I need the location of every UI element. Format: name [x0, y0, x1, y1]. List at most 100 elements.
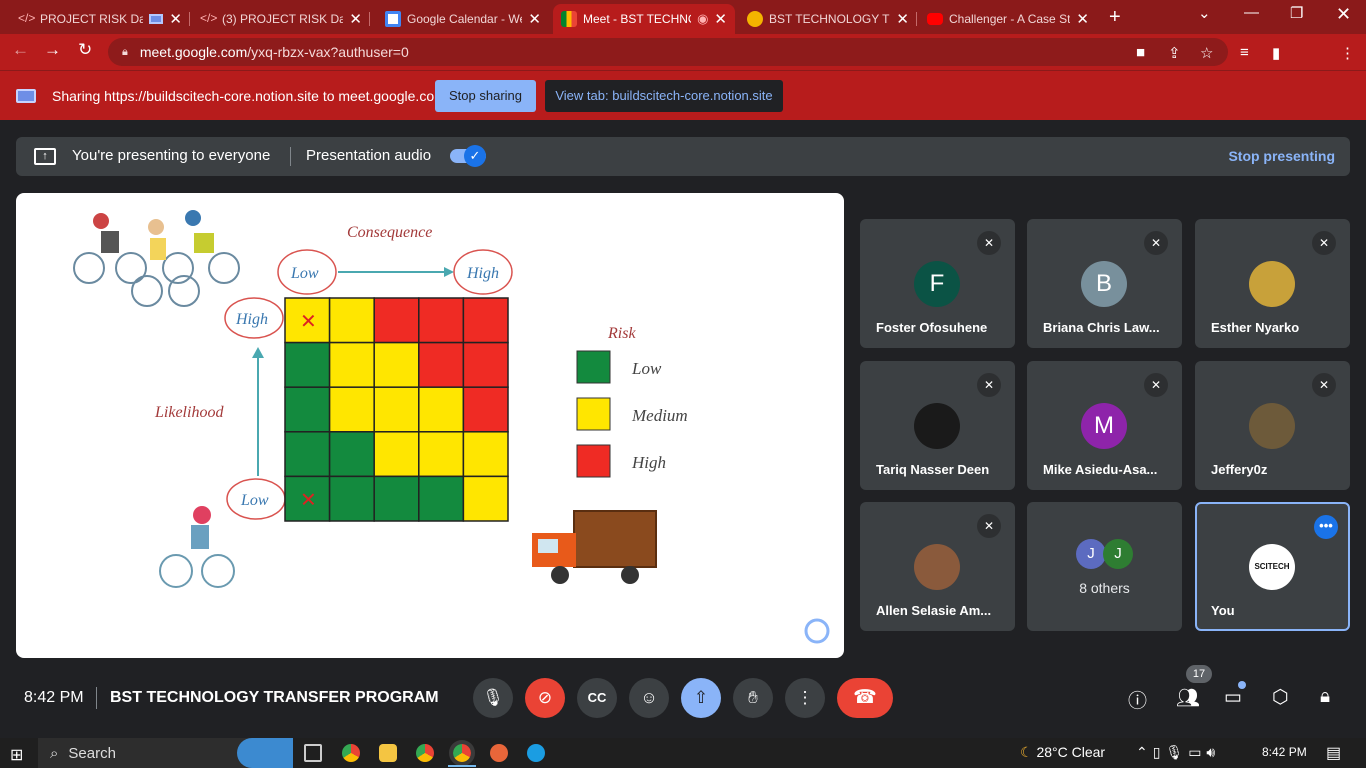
close-icon[interactable]: ✕ — [349, 10, 362, 28]
tab-google-calendar[interactable]: Google Calendar - Week ✕ — [377, 4, 549, 34]
weather-widget[interactable]: ☾ 28°C Clear — [1020, 744, 1105, 761]
back-arrow-icon[interactable]: ← — [12, 40, 29, 60]
risk-cell — [328, 386, 375, 433]
tab-challenger[interactable]: Challenger - A Case Study ✕ — [919, 4, 1097, 34]
reload-icon[interactable]: ↻ — [78, 40, 92, 60]
risk-cell — [462, 431, 509, 478]
close-window-button[interactable]: ✕ — [1336, 4, 1351, 25]
x-mark-icon: ✕ — [300, 311, 317, 333]
phone-hangup-icon: ☎︎ — [853, 687, 877, 708]
tab-project-risk-2[interactable]: </> (3) PROJECT RISK Dashboard ✕ — [192, 4, 370, 34]
youtube-icon — [927, 13, 943, 25]
share-icon[interactable]: ⇪ — [1168, 44, 1181, 62]
people-icon[interactable]: 👥︎ — [1176, 686, 1200, 710]
more-options-button[interactable]: ⋮ — [785, 678, 825, 718]
windows-start-icon[interactable]: ⊞ — [10, 745, 23, 765]
likelihood-high-label: High — [235, 311, 268, 328]
chat-notification-dot — [1238, 681, 1246, 689]
browser-toolbar: ← → ↻ 🔒︎ meet.google.com /yxq-rbzx-vax?a… — [0, 34, 1366, 98]
raise-hand-button[interactable]: ✋︎ — [733, 678, 773, 718]
new-tab-button[interactable]: + — [1109, 6, 1121, 29]
divider — [290, 147, 291, 166]
edge-icon[interactable] — [527, 744, 545, 762]
risk-cell — [284, 386, 331, 433]
file-explorer-icon[interactable] — [379, 744, 397, 762]
tab-meet[interactable]: Meet - BST TECHNOLOGY ◉ ✕ — [553, 4, 735, 34]
participant-tile[interactable]: ✕ F Foster Ofosuhene — [860, 219, 1015, 348]
browser-menu-icon[interactable]: ⋮ — [1340, 44, 1355, 62]
more-options-button[interactable]: ••• — [1314, 515, 1338, 539]
system-tray-icons[interactable]: ⌃▯🎙︎▭🔊︎ — [1136, 744, 1220, 761]
close-icon[interactable]: ✕ — [714, 10, 727, 28]
participant-tile[interactable]: ✕ Jeffery0z — [1195, 361, 1350, 490]
chat-icon[interactable]: ▭ — [1224, 686, 1242, 709]
media-control-icon[interactable]: ≡ — [1240, 44, 1249, 61]
participant-name: Tariq Nasser Deen — [876, 462, 990, 477]
search-highlight-icon — [237, 738, 293, 768]
chrome-icon[interactable] — [416, 744, 434, 762]
stop-sharing-button[interactable]: Stop sharing — [435, 80, 536, 112]
participant-name: Foster Ofosuhene — [876, 320, 988, 335]
captions-button[interactable]: CC — [577, 678, 617, 718]
tab-search-chevron-icon[interactable]: ⌄ — [1198, 4, 1211, 22]
risk-cell — [373, 475, 420, 522]
check-icon[interactable]: ✓ — [464, 145, 486, 167]
close-icon[interactable]: ✕ — [896, 10, 909, 28]
participant-name: Allen Selasie Am... — [876, 603, 992, 618]
taskbar-search-label: Search — [68, 744, 116, 762]
chrome-active-icon[interactable] — [449, 740, 475, 766]
present-now-button[interactable]: ⇧ — [681, 678, 721, 718]
windows-taskbar: ⊞ ⌕ Search ☾ 28°C Clear ⌃▯🎙︎▭🔊︎ 8:42 PM … — [0, 738, 1366, 768]
camera-blocked-icon[interactable]: ■ — [1136, 44, 1145, 61]
side-panel-icon[interactable]: ▮ — [1272, 44, 1280, 62]
tab-title: BST TECHNOLOGY TRANSFER — [769, 12, 890, 26]
task-view-icon[interactable] — [304, 744, 322, 762]
others-tile[interactable]: J J 8 others — [1027, 502, 1182, 631]
leave-call-button[interactable]: ☎︎ — [837, 678, 893, 718]
presenting-bar: ↑ You're presenting to everyone Presenta… — [16, 137, 1350, 176]
close-icon[interactable]: ✕ — [528, 10, 541, 28]
participant-tile[interactable]: ✕ M Mike Asiedu-Asa... — [1027, 361, 1182, 490]
taskbar-search[interactable]: ⌕ Search — [38, 738, 293, 768]
activities-icon[interactable]: ⬡ — [1272, 686, 1289, 709]
chrome-icon[interactable] — [342, 744, 360, 762]
risk-cell — [328, 475, 375, 522]
risk-cell — [328, 297, 375, 344]
risk-legend: Low Medium High — [576, 350, 688, 478]
avatar: B — [1081, 261, 1127, 307]
camera-off-button[interactable]: ⊘ — [525, 678, 565, 718]
participant-tile[interactable]: ✕ Tariq Nasser Deen — [860, 361, 1015, 490]
risk-cell — [373, 386, 420, 433]
screen-share-icon — [16, 89, 36, 103]
host-controls-lock-icon[interactable]: 🔒︎ — [1320, 686, 1330, 708]
participant-tile[interactable]: ✕ Allen Selasie Am... — [860, 502, 1015, 631]
notification-icon[interactable]: ▤ — [1326, 743, 1341, 763]
close-icon[interactable]: ✕ — [1076, 10, 1089, 28]
microphone-button[interactable]: 🎙︎ — [473, 678, 513, 718]
close-icon[interactable]: ✕ — [169, 10, 182, 28]
address-bar[interactable]: 🔒︎ meet.google.com /yxq-rbzx-vax?authuse… — [108, 38, 1228, 66]
view-tab-button[interactable]: View tab: buildscitech-core.notion.site — [545, 80, 783, 112]
participant-tile[interactable]: ✕ Esther Nyarko — [1195, 219, 1350, 348]
screen-icon — [149, 14, 164, 24]
forward-arrow-icon[interactable]: → — [44, 40, 61, 60]
tab-bst-notion[interactable]: BST TECHNOLOGY TRANSFER ✕ — [739, 4, 917, 34]
risk-cell — [373, 297, 420, 344]
cyclists-illustration — [73, 210, 240, 307]
reactions-button[interactable]: ☺ — [629, 678, 669, 718]
mic-off-icon: ✕ — [1144, 373, 1168, 397]
participant-tile[interactable]: ✕ B Briana Chris Law... — [1027, 219, 1182, 348]
app-icon[interactable] — [490, 744, 508, 762]
scitech-logo-avatar: SCITECH — [1249, 544, 1295, 590]
tab-project-risk-1[interactable]: </> PROJECT RISK Dashboard ✕ — [10, 4, 190, 34]
bookmark-star-icon[interactable]: ☆ — [1200, 44, 1213, 62]
divider — [96, 687, 97, 709]
maximize-button[interactable]: ❐ — [1290, 4, 1303, 22]
minimize-button[interactable]: — — [1244, 4, 1259, 21]
self-tile[interactable]: SCITECH You ••• — [1195, 502, 1350, 631]
meeting-info-icon[interactable]: ⓘ — [1128, 686, 1147, 713]
legend-label: Low — [631, 359, 662, 378]
risk-cell — [462, 475, 509, 522]
stop-presenting-button[interactable]: Stop presenting — [1228, 148, 1335, 164]
sharing-text: Sharing https://buildscitech-core.notion… — [52, 88, 446, 104]
